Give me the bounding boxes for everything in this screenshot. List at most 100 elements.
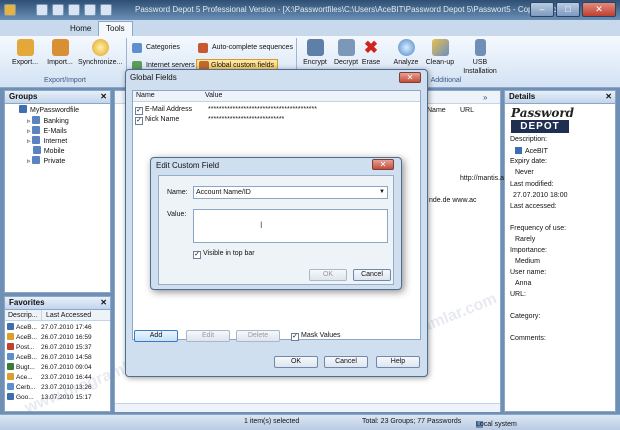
horizontal-scrollbar[interactable] [115, 403, 500, 412]
status-total: Total: 23 Groups; 77 Passwords [362, 418, 462, 425]
quick-access-new-icon[interactable] [68, 4, 80, 16]
edit-field-body: Name: Account Name/ID ▼ Value: I ✓ Visible… [158, 175, 394, 285]
expiry-label: Expiry date: [510, 158, 547, 165]
maximize-button[interactable]: □ [556, 2, 580, 17]
favorites-row[interactable]: Goo... 13.07.2010 15:17 [7, 393, 109, 403]
tree-item-private[interactable]: ▹ Private [27, 156, 65, 167]
favorites-row[interactable]: AceB... 26.07.2010 16:59 [7, 333, 109, 343]
favorites-row[interactable]: AceB... 27.07.2010 17:46 [7, 323, 109, 333]
favorites-row[interactable]: Bugt... 26.07.2010 09:04 [7, 363, 109, 373]
frequency-value: Rarely [515, 236, 536, 243]
comments-label: Comments: [510, 335, 546, 342]
column-header-url[interactable]: URL [460, 107, 474, 114]
folder-icon [32, 126, 41, 134]
export-button[interactable]: Export... [8, 38, 42, 74]
favorites-row[interactable]: Ace... 23.07.2010 16:44 [7, 373, 109, 383]
folder-icon [32, 116, 41, 124]
tab-tools[interactable]: Tools [98, 21, 133, 36]
panel-close-icon[interactable]: ✕ [605, 91, 612, 103]
dialog-close-button[interactable]: ✕ [372, 159, 394, 170]
tab-home[interactable]: Home [62, 21, 99, 36]
collapse-chevron-icon[interactable]: » [483, 93, 497, 103]
masked-value: **************************** [208, 116, 285, 123]
list-item[interactable]: ✓ Nick Name [135, 115, 179, 125]
synchronize-button[interactable]: Synchronize... [78, 38, 122, 74]
categories-icon [132, 43, 142, 53]
category-label: Category: [510, 313, 541, 320]
favorites-row[interactable]: Cerb... 23.07.2010 13:26 [7, 383, 109, 393]
details-panel: Details ✕ Password DEPOT Description: Ace… [504, 90, 616, 412]
delete-button[interactable]: Delete [236, 330, 280, 342]
cancel-button[interactable]: Cancel [353, 269, 391, 281]
app-icon [4, 4, 16, 16]
erase-x-icon: ✖ [363, 38, 379, 57]
panel-close-icon[interactable]: ✕ [100, 297, 107, 309]
minimize-button[interactable]: – [530, 2, 554, 17]
url-label: URL: [510, 291, 526, 298]
groups-panel: Groups ✕ MyPasswordfile ▹ Banking ▹ E-Mai… [4, 90, 111, 293]
database-icon [19, 105, 27, 113]
quick-access-save-icon[interactable] [36, 4, 48, 16]
row-checkbox[interactable]: ✓ [135, 117, 143, 125]
window-title: Password Depot 5 Professional Version - … [135, 5, 569, 14]
value-textarea[interactable]: I [193, 209, 388, 243]
ok-button[interactable]: OK [274, 356, 318, 368]
expiry-value: Never [515, 169, 534, 176]
quick-access-undo-icon[interactable] [84, 4, 96, 16]
tree-root[interactable]: MyPasswordfile [19, 105, 79, 116]
accessed-label: Last accessed: [510, 203, 557, 210]
importance-value: Medium [515, 258, 540, 265]
mask-values-checkbox[interactable]: ✓ Mask Values [291, 332, 341, 341]
value-label: Value: [167, 211, 187, 218]
edit-button[interactable]: Edit [186, 330, 230, 342]
folder-icon [32, 136, 41, 144]
username-value: Anna [515, 280, 532, 287]
add-button[interactable]: Add [134, 330, 178, 342]
close-window-button[interactable]: ✕ [582, 2, 616, 17]
auto-complete-button[interactable]: Auto-complete sequences [198, 42, 293, 54]
column-header-description[interactable]: Descrip... [5, 310, 41, 321]
column-header-name[interactable]: Name [136, 92, 155, 99]
favorites-row[interactable]: Post... 26.07.2010 15:37 [7, 343, 109, 353]
help-button[interactable]: Help [376, 356, 420, 368]
favorites-panel: Favorites ✕ Descrip... Last Accessed AceB… [4, 296, 111, 412]
column-header-name[interactable]: Name [427, 107, 446, 114]
logo-text-top: Password [511, 106, 575, 120]
cancel-button[interactable]: Cancel [324, 356, 368, 368]
entry-icon [7, 323, 14, 330]
usb-installation-button[interactable]: USB Installation [458, 38, 502, 75]
entry-icon [7, 393, 14, 400]
entry-icon [7, 363, 14, 370]
group-label-export-import: Export/Import [43, 77, 86, 84]
import-button[interactable]: Import... [43, 38, 77, 74]
entry-icon [7, 343, 14, 350]
export-icon [16, 39, 34, 56]
quick-access-redo-icon[interactable] [100, 4, 112, 16]
panel-close-icon[interactable]: ✕ [100, 91, 107, 103]
status-selected: 1 item(s) selected [244, 418, 300, 425]
name-combobox[interactable]: Account Name/ID ▼ [193, 186, 388, 199]
column-header-last-accessed[interactable]: Last Accessed [41, 310, 110, 321]
description-label: Description: [510, 136, 547, 143]
list-item[interactable]: ✓ E-Mail Address [135, 105, 192, 115]
column-header-value[interactable]: Value [205, 92, 222, 99]
entry-icon [7, 373, 14, 380]
dialog-close-button[interactable]: ✕ [399, 72, 421, 83]
categories-button[interactable]: Categories [132, 42, 180, 54]
quick-access-open-icon[interactable] [52, 4, 64, 16]
cleanup-button[interactable]: Clean-up [422, 38, 458, 74]
visible-top-bar-checkbox[interactable]: ✓ Visible in top bar [193, 250, 255, 259]
row-checkbox[interactable]: ✓ [135, 107, 143, 115]
ok-button[interactable]: OK [309, 269, 347, 281]
title-bar: Password Depot 5 Professional Version - … [0, 0, 620, 20]
entry-icon [7, 353, 14, 360]
logo-text-bottom: DEPOT [511, 120, 569, 133]
username-label: User name: [510, 269, 547, 276]
dropdown-arrow-icon[interactable]: ▼ [379, 187, 385, 198]
dialog-title: Edit Custom Field [156, 161, 220, 170]
entry-icon [7, 333, 14, 340]
auto-complete-icon [198, 43, 208, 53]
favorites-row[interactable]: AceB... 26.07.2010 14:58 [7, 353, 109, 363]
favorites-header: Favorites ✕ [5, 297, 110, 310]
folder-icon [32, 156, 41, 164]
